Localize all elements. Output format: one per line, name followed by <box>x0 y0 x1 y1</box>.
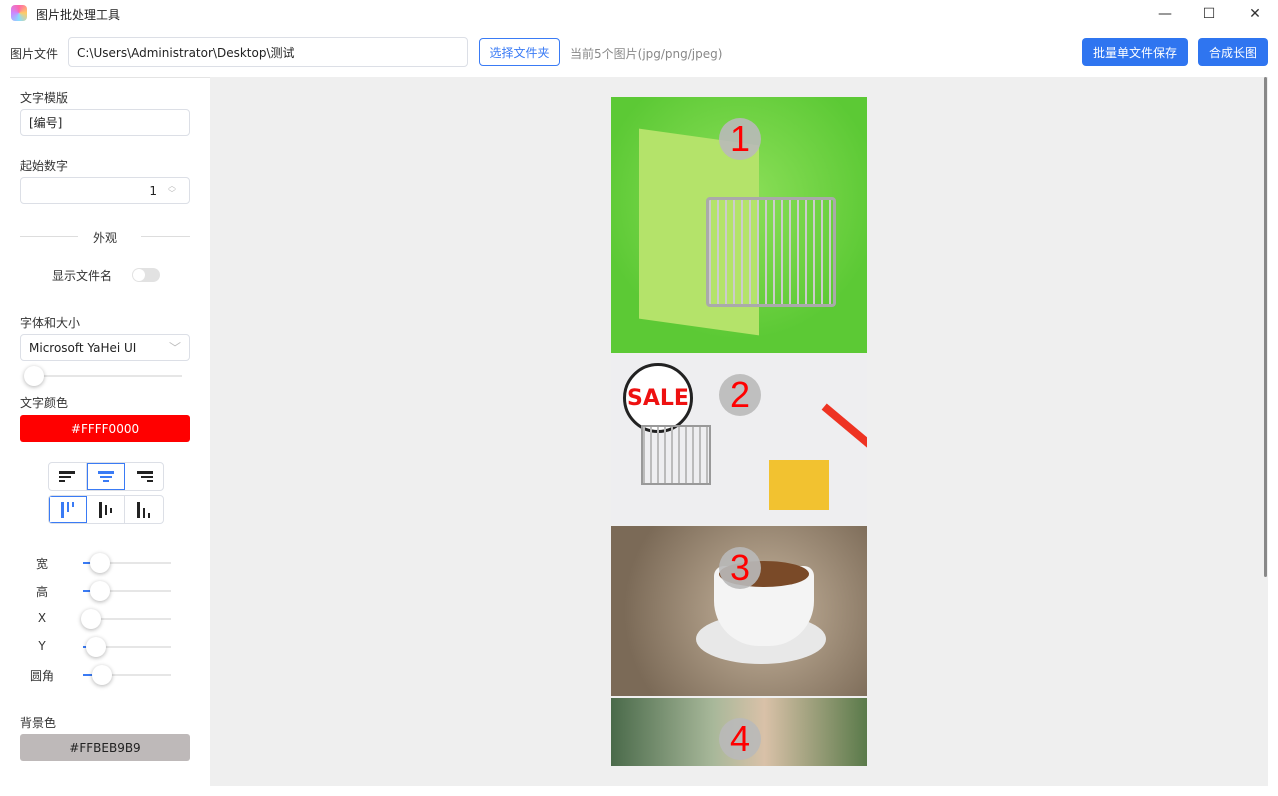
choose-folder-button[interactable]: 选择文件夹 <box>479 38 560 66</box>
text-color-picker[interactable]: #FFFF0000 <box>20 415 190 442</box>
slider-1[interactable] <box>83 581 171 601</box>
font-select[interactable]: Microsoft YaHei UI ﹀ <box>20 334 190 361</box>
slider-label: 宽 <box>35 557 48 571</box>
font-size-slider[interactable] <box>24 366 182 386</box>
preview-image-1: 1 <box>611 97 867 353</box>
font-label: 字体和大小 <box>20 316 81 330</box>
close-icon[interactable]: ✕ <box>1243 4 1267 24</box>
image-count-info: 当前5个图片(jpg/png/jpeg) <box>570 47 723 61</box>
slider-thumb[interactable] <box>89 553 110 573</box>
slider-3[interactable] <box>83 637 171 657</box>
template-input[interactable]: [编号] <box>20 109 190 136</box>
start-number-stepper[interactable]: 1 <box>20 177 190 204</box>
batch-save-button[interactable]: 批量单文件保存 <box>1082 38 1188 66</box>
maximize-icon[interactable]: ☐ <box>1197 4 1221 24</box>
slider-4[interactable] <box>83 665 171 685</box>
path-input[interactable]: C:\Users\Administrator\Desktop\测试 <box>68 37 468 67</box>
stepper-arrows-icon[interactable]: ︿ ﹀ <box>168 182 176 198</box>
align-middle-icon[interactable] <box>87 496 125 523</box>
merge-long-image-button[interactable]: 合成长图 <box>1198 38 1268 66</box>
show-filename-label: 显示文件名 <box>52 269 113 283</box>
image-number: 4 <box>719 718 761 760</box>
align-top-icon[interactable] <box>49 496 87 523</box>
app-icon <box>11 5 27 21</box>
slider-thumb[interactable] <box>89 581 110 601</box>
start-number-value: 1 <box>149 183 157 198</box>
slider-label: 圆角 <box>30 669 55 683</box>
preview-image-2: SALE 2 <box>611 355 867 524</box>
appearance-heading: 外观 <box>93 231 118 245</box>
image-number: 2 <box>719 374 761 416</box>
align-right-icon[interactable] <box>125 463 163 490</box>
slider-thumb[interactable] <box>81 609 101 629</box>
preview-image-4: 4 <box>611 698 867 766</box>
bg-color-picker[interactable]: #FFBEB9B9 <box>20 734 190 761</box>
file-label: 图片文件 <box>10 47 59 61</box>
template-label: 文字模版 <box>20 91 69 105</box>
image-number: 3 <box>719 547 761 589</box>
slider-thumb[interactable] <box>24 366 44 386</box>
align-left-icon[interactable] <box>49 463 87 490</box>
align-bottom-icon[interactable] <box>125 496 163 523</box>
title-bar: 图片批处理工具 — ☐ ✕ <box>0 0 1278 28</box>
text-color-label: 文字颜色 <box>20 396 69 410</box>
minimize-icon[interactable]: — <box>1153 4 1177 24</box>
slider-0[interactable] <box>83 553 171 573</box>
align-center-icon[interactable] <box>87 463 125 490</box>
vertical-scrollbar[interactable] <box>1264 77 1267 577</box>
slider-label: 高 <box>35 585 48 599</box>
slider-thumb[interactable] <box>92 665 113 685</box>
vertical-align-group <box>48 495 164 524</box>
show-filename-toggle[interactable] <box>132 268 160 282</box>
start-number-label: 起始数字 <box>20 159 69 173</box>
image-number: 1 <box>719 118 761 160</box>
settings-sidebar: 文字模版 [编号] 起始数字 1 ︿ ﹀ 外观 显示文件名 字体和大小 Micro… <box>10 77 210 796</box>
slider-label: X <box>37 611 47 625</box>
slider-2[interactable] <box>81 609 171 629</box>
chevron-down-icon: ﹀ <box>168 341 181 355</box>
preview-image-3: 3 <box>611 526 867 696</box>
bg-color-label: 背景色 <box>20 716 57 730</box>
slider-label: Y <box>38 639 46 653</box>
font-select-value: Microsoft YaHei UI <box>29 340 137 355</box>
window-title: 图片批处理工具 <box>36 8 121 22</box>
slider-thumb[interactable] <box>86 637 107 657</box>
horizontal-align-group <box>48 462 164 491</box>
